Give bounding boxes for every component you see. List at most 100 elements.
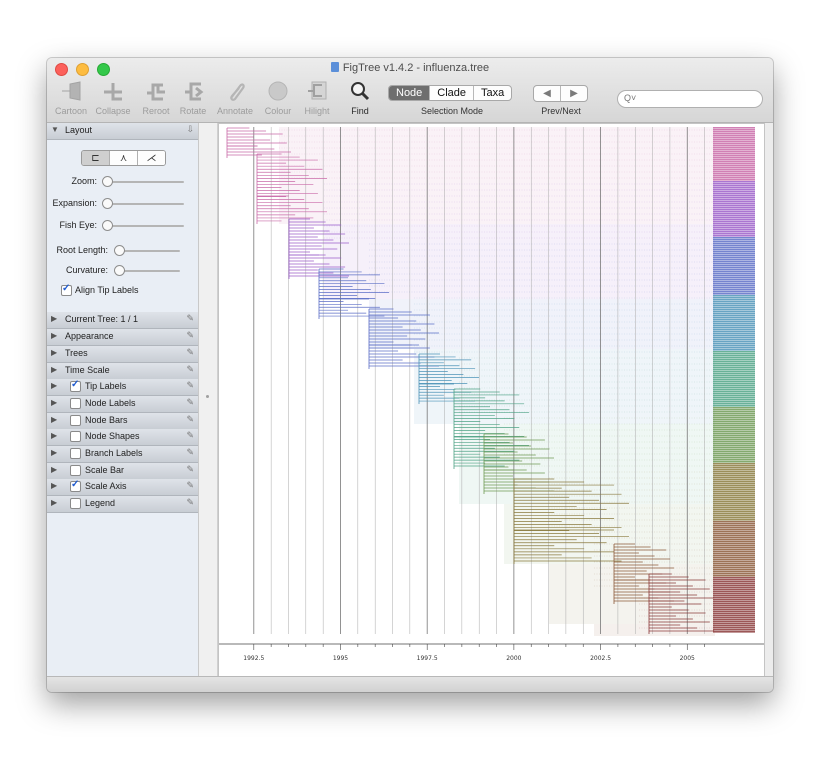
collapsed-triangle-icon: ▶ xyxy=(51,381,58,390)
branch-labels-checkbox[interactable] xyxy=(70,448,81,459)
tip-label xyxy=(713,561,755,563)
collapsed-triangle-icon: ▶ xyxy=(51,331,58,340)
pin-icon[interactable]: ✎ xyxy=(186,380,194,391)
tip-label xyxy=(713,415,755,417)
rotate-button[interactable]: Rotate xyxy=(173,79,213,116)
tip-label xyxy=(713,175,755,177)
annotate-button[interactable]: Annotate xyxy=(215,79,255,116)
pin-icon[interactable]: ✎ xyxy=(186,480,194,491)
tip-label xyxy=(713,275,755,277)
panel-branch-labels-header[interactable]: ▶ Branch Labels ✎ xyxy=(47,446,198,463)
tip-label xyxy=(713,609,755,611)
next-arrow-icon[interactable]: ▶ xyxy=(561,86,587,101)
tip-label xyxy=(713,177,755,179)
rectangular-layout-icon[interactable]: ⊏ xyxy=(82,151,109,165)
curvature-slider-track[interactable] xyxy=(116,270,180,272)
zoom-slider-knob[interactable] xyxy=(102,176,113,187)
scale-bar-checkbox[interactable] xyxy=(70,465,81,476)
tip-label xyxy=(713,235,755,237)
panel-layout-header[interactable]: ▼ Layout ⇩ xyxy=(47,123,198,140)
pin-icon[interactable]: ✎ xyxy=(186,447,194,458)
reroot-button[interactable]: Reroot xyxy=(136,79,176,116)
tip-label xyxy=(713,423,755,425)
tip-label xyxy=(713,143,755,145)
node-shapes-checkbox[interactable] xyxy=(70,431,81,442)
panel-appearance-header[interactable]: ▶ Appearance ✎ xyxy=(47,329,198,346)
tip-label xyxy=(713,579,755,581)
panel-node-bars-header[interactable]: ▶ Node Bars ✎ xyxy=(47,413,198,430)
tip-label xyxy=(713,195,755,197)
panel-time-scale-header[interactable]: ▶ Time Scale ✎ xyxy=(47,363,198,380)
node-bars-checkbox[interactable] xyxy=(70,415,81,426)
tip-label xyxy=(713,625,755,627)
tip-label xyxy=(713,147,755,149)
tip-label xyxy=(713,155,755,157)
pin-icon[interactable]: ✎ xyxy=(186,347,194,358)
selection-mode-taxa[interactable]: Taxa xyxy=(473,86,511,100)
panel-legend-header[interactable]: ▶ Legend ✎ xyxy=(47,496,198,513)
pin-icon[interactable]: ✎ xyxy=(186,313,194,324)
radial-layout-icon[interactable]: ⋌ xyxy=(137,151,165,165)
panel-node-shapes-header[interactable]: ▶ Node Shapes ✎ xyxy=(47,429,198,446)
pin-icon[interactable]: ✎ xyxy=(186,330,194,341)
tip-label xyxy=(713,489,755,491)
collapsed-triangle-icon: ▶ xyxy=(51,314,58,323)
tip-label xyxy=(713,511,755,513)
panel-scale-bar-label: Scale Bar xyxy=(85,465,125,475)
tip-labels-checkbox[interactable] xyxy=(70,379,81,392)
expansion-slider-track[interactable] xyxy=(104,203,184,205)
zoom-slider-track[interactable] xyxy=(104,181,184,183)
tip-label xyxy=(713,593,755,595)
tip-label xyxy=(713,467,755,469)
legend-checkbox[interactable] xyxy=(70,498,81,509)
tip-label xyxy=(713,463,755,465)
collapse-button[interactable]: Collapse xyxy=(93,79,133,116)
panel-scale-bar-header[interactable]: ▶ Scale Bar ✎ xyxy=(47,463,198,480)
tip-label xyxy=(713,451,755,453)
splitter[interactable] xyxy=(199,123,218,676)
tree-canvas[interactable]: 1992.5 1995 1997.5 2000 2002.5 2005 xyxy=(218,123,765,678)
tip-label xyxy=(713,369,755,371)
panel-scale-axis-header[interactable]: ▶ Scale Axis ✎ xyxy=(47,479,198,496)
pin-icon[interactable]: ✎ xyxy=(186,430,194,441)
hilight-label: Hilight xyxy=(304,106,330,116)
pin-icon[interactable]: ✎ xyxy=(186,364,194,375)
root-length-slider-knob[interactable] xyxy=(114,245,125,256)
curvature-slider-knob[interactable] xyxy=(114,265,125,276)
search-input[interactable]: Q˅ xyxy=(617,90,763,108)
pin-icon[interactable]: ⇩ xyxy=(186,124,194,135)
scale-axis-checkbox[interactable] xyxy=(70,479,81,492)
panel-tip-labels-header[interactable]: ▶ Tip Labels ✎ xyxy=(47,379,198,396)
expansion-slider-knob[interactable] xyxy=(102,198,113,209)
root-length-slider-track[interactable] xyxy=(116,250,180,252)
tip-label xyxy=(713,173,755,175)
panel-trees-header[interactable]: ▶ Trees ✎ xyxy=(47,346,198,363)
find-button[interactable]: Find xyxy=(340,79,380,116)
selection-mode-node[interactable]: Node xyxy=(389,86,430,100)
polar-layout-icon[interactable]: ⋏ xyxy=(109,151,137,165)
fish-eye-slider-track[interactable] xyxy=(104,225,184,227)
tip-label xyxy=(713,619,755,621)
tip-label xyxy=(713,315,755,317)
cartoon-button[interactable]: Cartoon xyxy=(51,79,91,116)
tip-label xyxy=(713,185,755,187)
pin-icon[interactable]: ✎ xyxy=(186,414,194,425)
prev-arrow-icon[interactable]: ◀ xyxy=(534,86,561,101)
colour-button[interactable]: Colour xyxy=(258,79,298,116)
selection-mode-clade[interactable]: Clade xyxy=(429,86,473,100)
pin-icon[interactable]: ✎ xyxy=(186,464,194,475)
panel-node-labels-header[interactable]: ▶ Node Labels ✎ xyxy=(47,396,198,413)
tip-label xyxy=(713,139,755,141)
pin-icon[interactable]: ✎ xyxy=(186,397,194,408)
tip-label xyxy=(713,337,755,339)
fish-eye-slider-knob[interactable] xyxy=(102,220,113,231)
tip-label xyxy=(713,393,755,395)
tip-label xyxy=(713,581,755,583)
tip-label xyxy=(713,527,755,529)
tip-label xyxy=(713,345,755,347)
panel-current-tree-1-1-header[interactable]: ▶ Current Tree: 1 / 1 ✎ xyxy=(47,312,198,329)
pin-icon[interactable]: ✎ xyxy=(186,497,194,508)
node-labels-checkbox[interactable] xyxy=(70,398,81,409)
hilight-button[interactable]: Hilight xyxy=(297,79,337,116)
align-tip-labels-checkbox[interactable] xyxy=(61,283,72,296)
